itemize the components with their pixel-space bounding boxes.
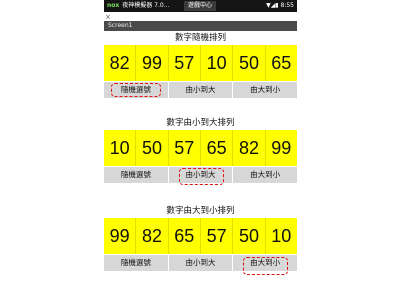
number-label: 65 [265, 45, 297, 81]
button-label: 隨機選號 [120, 170, 151, 179]
number-row: 10 50 57 65 82 99 [104, 130, 297, 166]
section-ascending: 數字由小到大排列 10 50 57 65 82 99 隨機選號 由小到大 由大到… [104, 118, 298, 185]
button-row: 隨機選號 由小到大 由大到小 [104, 82, 298, 98]
number-row: 99 82 65 57 50 10 [104, 218, 297, 254]
button-label: 由大到小 [250, 170, 281, 179]
clock: 8:55 [280, 2, 294, 9]
screen-title: Screen1 [108, 22, 133, 29]
ascending-button[interactable]: 由小到大 [168, 167, 233, 185]
section-title: 數字由大到小排列 [166, 206, 235, 216]
button-label: 隨機選號 [120, 85, 151, 94]
section-title: 數字隨機排列 [174, 33, 226, 43]
descending-button[interactable]: 由大到小 [233, 167, 298, 183]
tab-label: 遊戲中心 [188, 2, 213, 9]
number-label: 10 [265, 218, 297, 254]
tab-game-center[interactable]: 遊戲中心 [184, 1, 217, 11]
section-title: 數字由小到大排列 [166, 118, 235, 128]
number-label: 99 [104, 218, 137, 254]
number-row: 82 99 57 10 50 65 [104, 45, 297, 81]
number-label: 10 [104, 130, 137, 166]
button-label: 由小到大 [185, 170, 216, 179]
random-button[interactable]: 隨機選號 [104, 82, 168, 98]
phone-screen: nox 夜神模擬器 7.0... 遊戲中心 ▼◢▮ 8:55 × Screen1 … [104, 0, 298, 300]
emulator-title: nox 夜神模擬器 7.0... [107, 0, 169, 12]
close-icon[interactable]: × [105, 13, 111, 21]
number-label: 57 [168, 130, 201, 166]
button-row: 隨機選號 由小到大 由大到小 [104, 167, 298, 185]
button-label: 由大到小 [250, 85, 281, 94]
descending-button[interactable]: 由大到小 [233, 255, 298, 275]
section-descending: 數字由大到小排列 99 82 65 57 50 10 隨機選號 由小到大 由大到… [104, 206, 298, 275]
number-label: 50 [233, 45, 266, 81]
number-label: 50 [233, 218, 266, 254]
ascending-button[interactable]: 由小到大 [168, 82, 233, 98]
status-icons: ▼◢▮ 8:55 [266, 0, 294, 12]
random-button[interactable]: 隨機選號 [104, 255, 168, 271]
signal-icon: ▼◢▮ [266, 2, 281, 9]
number-label: 82 [104, 45, 137, 81]
screen-title-bar: Screen1 [104, 21, 297, 31]
button-label: 由小到大 [185, 258, 216, 267]
number-label: 65 [168, 218, 201, 254]
random-button[interactable]: 隨機選號 [104, 167, 168, 183]
number-label: 50 [136, 130, 169, 166]
ascending-button[interactable]: 由小到大 [168, 255, 233, 271]
number-label: 57 [168, 45, 201, 81]
descending-button[interactable]: 由大到小 [233, 82, 298, 98]
app-logo: nox [107, 2, 120, 9]
number-label: 99 [265, 130, 297, 166]
section-random: 數字隨機排列 82 99 57 10 50 65 隨機選號 由小到大 由大到小 [104, 33, 298, 98]
button-label: 隨機選號 [120, 258, 151, 267]
status-bar: nox 夜神模擬器 7.0... 遊戲中心 ▼◢▮ 8:55 [104, 0, 297, 12]
app-title: 夜神模擬器 7.0... [122, 2, 170, 9]
button-row: 隨機選號 由小到大 由大到小 [104, 255, 298, 275]
number-label: 99 [136, 45, 169, 81]
number-label: 82 [233, 130, 266, 166]
button-label: 由小到大 [185, 85, 216, 94]
number-label: 65 [200, 130, 234, 166]
button-label: 由大到小 [250, 258, 281, 267]
number-label: 82 [136, 218, 169, 254]
number-label: 10 [200, 45, 234, 81]
number-label: 57 [200, 218, 234, 254]
